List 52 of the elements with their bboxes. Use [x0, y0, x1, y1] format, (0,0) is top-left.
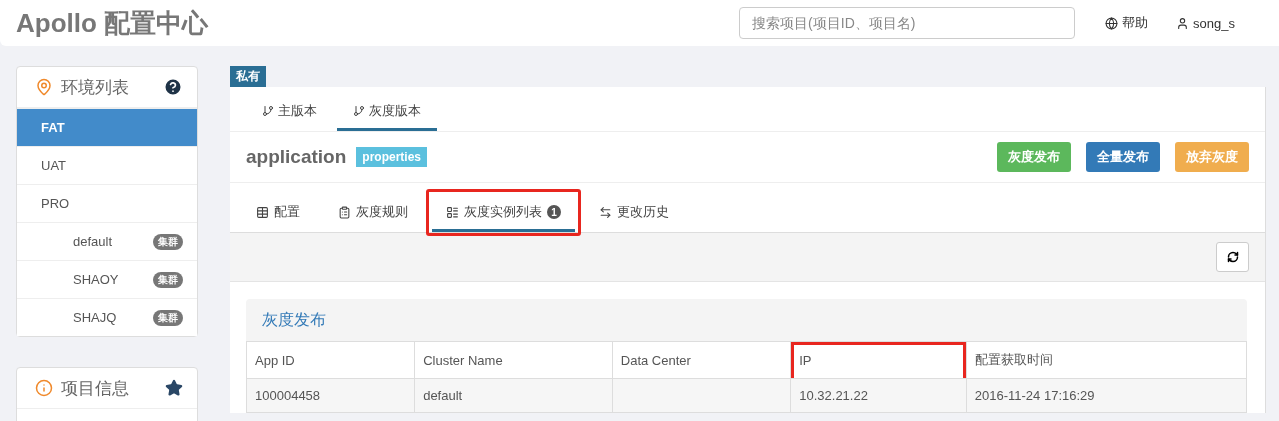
column-header: 配置获取时间 [966, 341, 1247, 379]
table-cell: 10.32.21.22 [790, 378, 967, 413]
branch-tab[interactable]: 主版本 [246, 96, 333, 131]
list-icon [338, 205, 351, 219]
user-icon [1176, 16, 1190, 30]
column-header: App ID [246, 341, 415, 379]
table-cell: 100004458 [246, 378, 415, 413]
info-icon [35, 379, 53, 397]
cluster-tag: 集群 [153, 271, 183, 288]
content-tab[interactable]: 更改历史 [585, 197, 683, 232]
column-header: Data Center [612, 341, 791, 379]
star-icon[interactable] [165, 379, 183, 397]
help-icon[interactable] [163, 77, 183, 97]
column-header: Cluster Name [414, 341, 613, 379]
panel-title: 环境列表 [61, 76, 130, 99]
content-tab[interactable]: 配置 [242, 197, 314, 232]
content-tab[interactable]: 灰度规则 [324, 197, 422, 232]
location-pin-icon [35, 78, 53, 96]
section-title: 灰度发布 [246, 299, 1247, 341]
list-icon [446, 205, 459, 219]
table-cell: default [414, 378, 613, 413]
cluster-tag: 集群 [153, 309, 183, 326]
branch-tab[interactable]: 灰度版本 [337, 96, 437, 131]
environment-label: UAT [41, 158, 68, 173]
branch-icon [353, 105, 365, 117]
refresh-button[interactable] [1216, 242, 1249, 272]
environment-label: default [73, 234, 114, 249]
table-icon [256, 205, 269, 219]
environment-label: SHAJQ [73, 310, 118, 325]
environment-item[interactable]: FAT [17, 108, 197, 146]
format-tag: properties [356, 147, 427, 167]
app-logo: Apollo 配置中心 [16, 6, 210, 40]
environment-label: PRO [41, 196, 71, 211]
panel-title: 项目信息 [61, 377, 130, 400]
scope-tag: 私有 [230, 66, 266, 87]
count-badge: 1 [547, 205, 561, 219]
refresh-icon [1226, 251, 1239, 263]
arrows-icon [599, 205, 612, 219]
environment-item[interactable]: SHAJQ 集群 [17, 298, 197, 336]
environment-label: SHAOY [73, 272, 120, 287]
cluster-tag: 集群 [153, 233, 183, 250]
globe-icon [1105, 16, 1119, 30]
environment-label: FAT [41, 120, 66, 135]
namespace-name: application [246, 146, 347, 168]
action-button[interactable]: 全量发布 [1086, 142, 1160, 172]
content-tab[interactable]: 灰度实例列表 1 [432, 197, 575, 232]
branch-icon [262, 105, 274, 117]
column-header: IP [790, 341, 967, 379]
search-field[interactable]: 搜索项目(项目ID、项目名) [739, 7, 1076, 39]
header-link[interactable]: 帮助 [1105, 14, 1149, 32]
header-link[interactable]: song_s [1176, 15, 1235, 31]
table-cell: 2016-11-24 17:16:29 [966, 378, 1247, 413]
